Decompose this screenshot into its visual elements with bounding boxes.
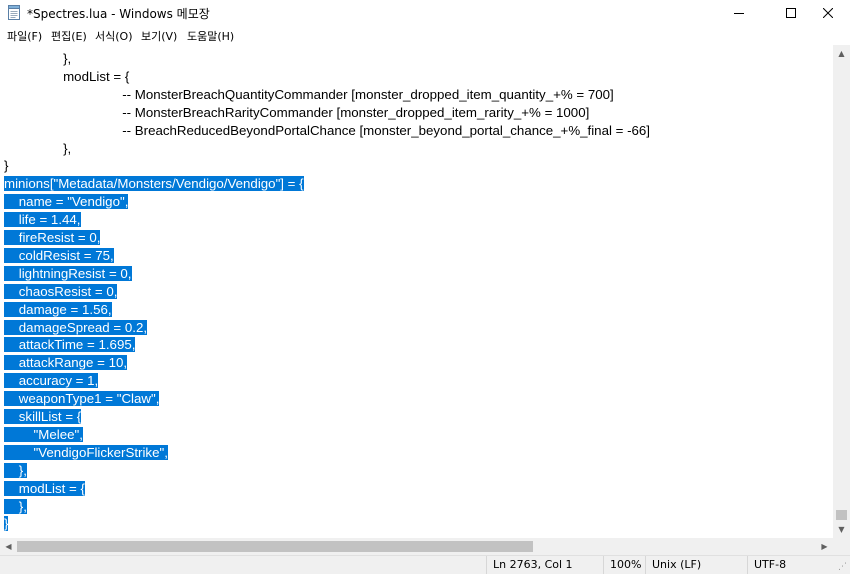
editor-line-text: minions["Metadata/Monsters/Vendigo/Vendi…	[4, 176, 304, 192]
editor-line-text: coldResist = 75,	[4, 247, 114, 263]
scroll-down-icon[interactable]: ▼	[833, 521, 850, 538]
editor-line[interactable]: -- BreachReducedBeyondPortalChance [mons…	[4, 122, 650, 140]
editor-line-text: weaponType1 = "Claw",	[4, 391, 160, 407]
scroll-right-icon[interactable]: ▶	[816, 538, 833, 555]
window-title: *Spectres.lua - Windows 메모장	[27, 7, 210, 21]
notepad-window: *Spectres.lua - Windows 메모장 파일(F) 편집(E) …	[0, 0, 850, 574]
editor-line-text: lightningResist = 0,	[4, 265, 132, 281]
editor-line[interactable]: chaosResist = 0,	[4, 283, 118, 301]
editor-line-text: }	[4, 516, 9, 532]
editor-line[interactable]: }	[4, 157, 8, 175]
editor-line[interactable]: },	[4, 462, 27, 480]
editor-line[interactable]: fireResist = 0,	[4, 229, 101, 247]
editor-line-text: chaosResist = 0,	[4, 283, 118, 299]
status-line-ending: Unix (LF)	[645, 556, 748, 574]
editor-line-text: },	[4, 140, 72, 156]
editor-line-text: -- BreachReducedBeyondPortalChance [mons…	[4, 122, 650, 138]
title-bar[interactable]: *Spectres.lua - Windows 메모장	[0, 0, 850, 26]
editor-line-text: accuracy = 1,	[4, 373, 99, 389]
editor-line[interactable]: modList = {	[4, 480, 85, 498]
editor-line-text: },	[4, 51, 72, 66]
horizontal-scroll-thumb[interactable]	[17, 541, 533, 552]
editor-line[interactable]: },	[4, 498, 27, 516]
minimize-icon	[734, 12, 744, 14]
editor-line[interactable]: modList = {	[4, 68, 129, 86]
editor-line[interactable]: "VendigoFlickerStrike",	[4, 444, 168, 462]
maximize-icon	[786, 8, 796, 18]
close-icon	[823, 8, 833, 18]
scroll-up-icon[interactable]: ▲	[833, 45, 850, 62]
menu-format[interactable]: 서식(O)	[95, 28, 132, 44]
status-bar: Ln 2763, Col 1 100% Unix (LF) UTF-8 ⋰	[0, 555, 850, 574]
menu-file[interactable]: 파일(F)	[7, 28, 42, 44]
editor-line[interactable]: skillList = {	[4, 408, 82, 426]
scroll-left-icon[interactable]: ◀	[0, 538, 17, 555]
editor-line[interactable]: life = 1.44,	[4, 211, 81, 229]
editor-line[interactable]: attackTime = 1.695,	[4, 336, 136, 354]
editor-line-text: attackRange = 10,	[4, 355, 128, 371]
editor-line-text: "VendigoFlickerStrike",	[4, 444, 168, 460]
editor-line-text: },	[4, 462, 27, 478]
editor-line-text: }	[4, 158, 9, 174]
editor-line-text: modList = {	[4, 68, 130, 84]
status-cursor-position: Ln 2763, Col 1	[486, 556, 601, 574]
editor-line[interactable]: attackRange = 10,	[4, 354, 128, 372]
editor-line[interactable]: coldResist = 75,	[4, 247, 114, 265]
scrollbar-corner	[833, 538, 850, 555]
notepad-icon	[8, 5, 20, 20]
editor-line-text: -- MonsterBreachRarityCommander [monster…	[4, 104, 590, 120]
editor-line-text: life = 1.44,	[4, 212, 81, 228]
editor-line-text: modList = {	[4, 480, 85, 496]
horizontal-scrollbar[interactable]: ◀ ▶	[0, 538, 833, 555]
editor-line[interactable]: damage = 1.56,	[4, 301, 112, 319]
editor-line[interactable]: -- MonsterBreachRarityCommander [monster…	[4, 104, 589, 122]
editor-line[interactable]: lightningResist = 0,	[4, 265, 132, 283]
editor-line[interactable]: damageSpread = 0.2,	[4, 319, 148, 337]
vertical-scrollbar[interactable]: ▲ ▼	[833, 45, 850, 538]
resize-grip-icon[interactable]: ⋰	[838, 562, 848, 572]
menu-edit[interactable]: 편집(E)	[51, 28, 87, 44]
editor-line[interactable]: accuracy = 1,	[4, 372, 99, 390]
editor-line-text: damageSpread = 0.2,	[4, 319, 148, 335]
vertical-scroll-thumb[interactable]	[836, 510, 847, 520]
minimize-button[interactable]	[716, 0, 762, 26]
editor-line-text: },	[4, 498, 27, 514]
editor-line[interactable]: },	[4, 50, 71, 68]
text-editor-area[interactable]: }, modList = { -- MonsterBreachQuantityC…	[0, 45, 833, 538]
editor-line[interactable]: weaponType1 = "Claw",	[4, 390, 160, 408]
editor-line-text: name = "Vendigo",	[4, 194, 129, 210]
status-encoding: UTF-8	[747, 556, 834, 574]
editor-line-text: fireResist = 0,	[4, 230, 101, 245]
editor-line[interactable]: -- MonsterBreachQuantityCommander [monst…	[4, 86, 614, 104]
editor-line-text: "Melee",	[4, 426, 83, 442]
menu-view[interactable]: 보기(V)	[141, 28, 177, 44]
editor-line[interactable]: minions["Metadata/Monsters/Vendigo/Vendi…	[4, 175, 304, 193]
status-zoom: 100%	[603, 556, 650, 574]
editor-line-text: skillList = {	[4, 409, 82, 424]
editor-line[interactable]: name = "Vendigo",	[4, 193, 129, 211]
editor-line[interactable]: "Melee",	[4, 426, 83, 444]
editor-line-text: damage = 1.56,	[4, 301, 112, 317]
editor-line-text: -- MonsterBreachQuantityCommander [monst…	[4, 86, 614, 102]
editor-line[interactable]: },	[4, 140, 71, 158]
close-button[interactable]	[805, 0, 850, 26]
menu-bar: 파일(F) 편집(E) 서식(O) 보기(V) 도움말(H)	[0, 26, 850, 46]
editor-line-text: attackTime = 1.695,	[4, 337, 136, 353]
editor-line[interactable]: }	[4, 515, 9, 533]
menu-help[interactable]: 도움말(H)	[187, 28, 234, 44]
